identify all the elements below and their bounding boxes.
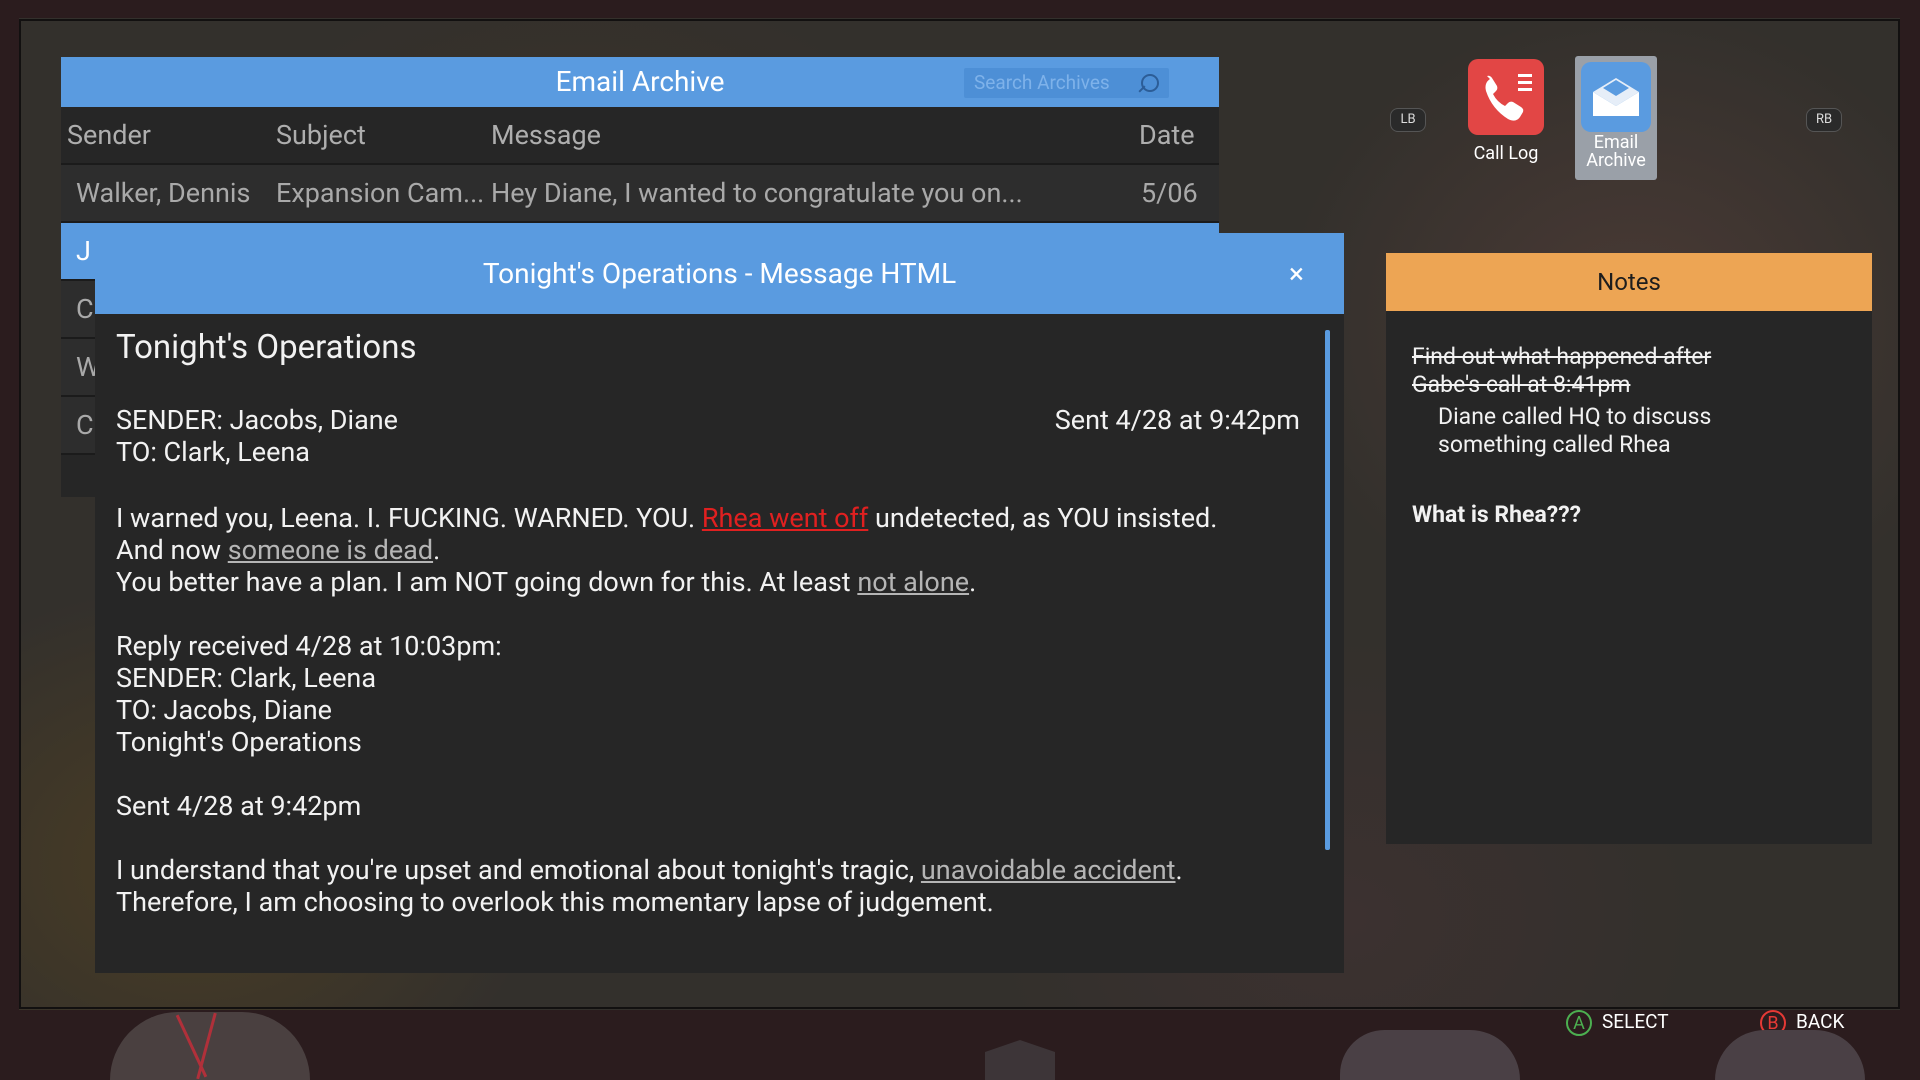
notes-panel: Notes Find out what happened after Gabe'…: [1386, 253, 1872, 844]
email-row[interactable]: Walker, Dennis Expansion Cam... Hey Dian…: [61, 165, 1219, 223]
scrollbar[interactable]: [1325, 330, 1330, 850]
left-border: [0, 0, 19, 1080]
column-subject[interactable]: Subject: [276, 107, 366, 163]
sender-line: SENDER: Jacobs, Diane: [116, 404, 398, 436]
column-message[interactable]: Message: [491, 107, 601, 163]
search-placeholder: Search Archives: [974, 71, 1110, 94]
scroll-fade: [95, 933, 1344, 973]
message-subject: Tonight's Operations: [116, 328, 417, 367]
text: I understand that you're upset and emoti…: [116, 854, 921, 886]
row-sender: C: [76, 293, 94, 325]
rb-button-hint: RB: [1806, 108, 1842, 132]
call-log-label: Call Log: [1473, 143, 1539, 164]
reply-paragraph: I understand that you're upset and emoti…: [116, 854, 1183, 886]
select-label: SELECT: [1602, 1010, 1669, 1033]
lb-button-hint: LB: [1390, 108, 1426, 132]
reply-to: TO: Jacobs, Diane: [116, 694, 332, 726]
not-alone-link[interactable]: not alone: [857, 566, 969, 598]
message-paragraph: You better have a plan. I am NOT going d…: [116, 566, 976, 598]
creature-silhouette: [1340, 1030, 1520, 1080]
top-border: [0, 0, 1920, 18]
row-sender: Walker, Dennis: [76, 177, 251, 209]
reply-subject: Tonight's Operations: [116, 726, 362, 758]
a-button-icon: A: [1566, 1009, 1592, 1036]
column-headers: Sender Subject Message Date: [61, 107, 1219, 165]
rhea-link[interactable]: Rhea went off: [702, 502, 868, 534]
email-archive-app[interactable]: Email Archive: [1575, 56, 1657, 180]
text: You better have a plan. I am NOT going d…: [116, 566, 858, 598]
call-log-app[interactable]: Call Log: [1459, 59, 1553, 163]
search-icon[interactable]: [1141, 74, 1159, 92]
archive-header: Email Archive Search Archives: [61, 57, 1219, 107]
phone-icon: [1468, 59, 1544, 135]
unavoidable-accident-link[interactable]: unavoidable accident: [921, 854, 1176, 886]
email-archive-label-line2: Archive: [1586, 150, 1646, 171]
message-paragraph: I warned you, Leena. I. FUCKING. WARNED.…: [116, 502, 1217, 534]
notes-title: Notes: [1386, 253, 1872, 311]
row-sender: J: [76, 235, 91, 267]
text: .: [433, 534, 441, 566]
close-icon[interactable]: ×: [1289, 233, 1304, 314]
text: undetected, as YOU insisted.: [868, 502, 1218, 534]
column-sender[interactable]: Sender: [67, 107, 151, 163]
modal-title: Tonight's Operations - Message HTML: [482, 257, 957, 290]
to-line: TO: Clark, Leena: [116, 436, 310, 468]
row-message: Hey Diane, I wanted to congratulate you …: [491, 177, 1023, 209]
text: And now: [116, 534, 228, 566]
row-date: 5/06: [1141, 177, 1198, 209]
note-subitem: Diane called HQ to discuss something cal…: [1438, 403, 1712, 458]
envelope-icon: [1581, 62, 1651, 132]
note-completed: Find out what happened after Gabe's call…: [1412, 343, 1712, 398]
message-paragraph: And now someone is dead.: [116, 534, 440, 566]
hat-silhouette: [1715, 1030, 1865, 1080]
reply-sent: Sent 4/28 at 9:42pm: [116, 790, 362, 822]
text: I warned you, Leena. I. FUCKING. WARNED.…: [116, 502, 702, 534]
archive-title: Email Archive: [555, 65, 725, 98]
select-hint[interactable]: A SELECT: [1566, 1008, 1669, 1036]
text: .: [1175, 854, 1183, 886]
someone-dead-link[interactable]: someone is dead: [228, 534, 433, 566]
column-date[interactable]: Date: [1139, 107, 1195, 163]
reply-paragraph: Therefore, I am choosing to overlook thi…: [116, 886, 994, 918]
message-modal: Tonight's Operations - Message HTML × To…: [95, 233, 1344, 973]
row-subject: Expansion Cam...: [276, 177, 485, 209]
right-border: [1900, 0, 1920, 1080]
reply-sender: SENDER: Clark, Leena: [116, 662, 377, 694]
text: .: [969, 566, 977, 598]
modal-header: Tonight's Operations - Message HTML ×: [95, 233, 1344, 314]
search-input[interactable]: Search Archives: [964, 68, 1169, 98]
sent-timestamp: Sent 4/28 at 9:42pm: [1054, 404, 1300, 436]
note-question: What is Rhea???: [1412, 501, 1582, 528]
reply-received: Reply received 4/28 at 10:03pm:: [116, 630, 502, 662]
message-body: Tonight's Operations SENDER: Jacobs, Dia…: [95, 314, 1344, 973]
row-sender: C: [76, 409, 94, 441]
